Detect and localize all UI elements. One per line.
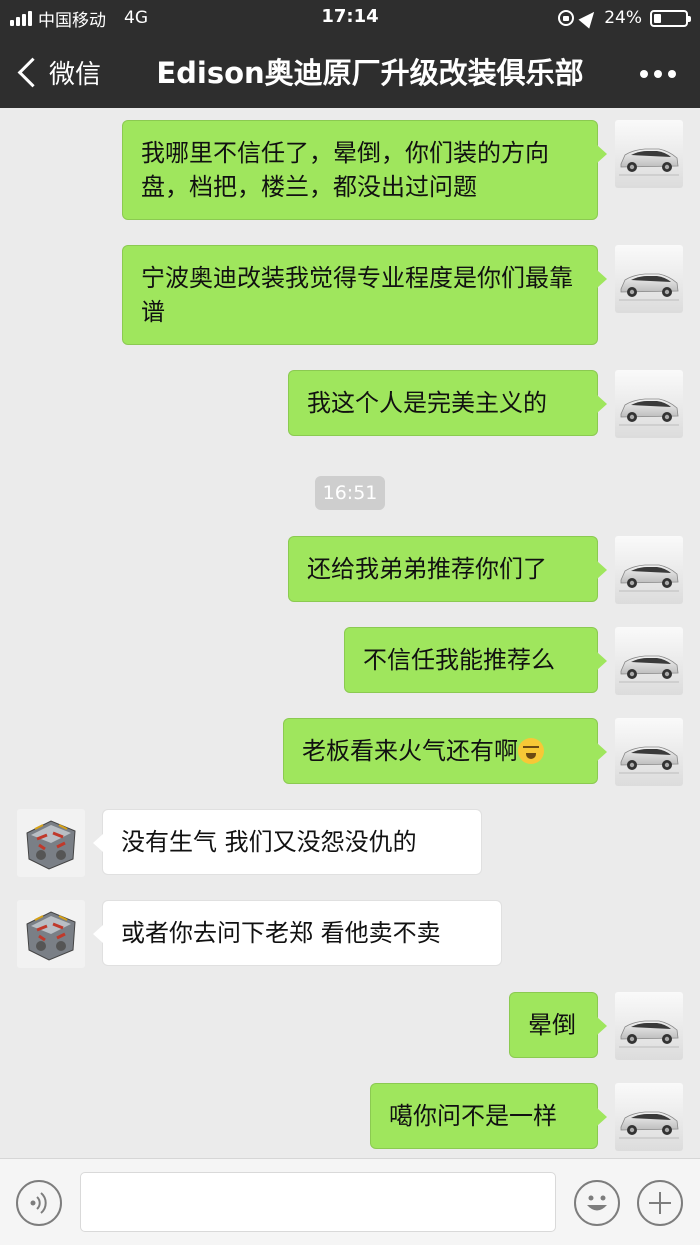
- message-bubble-incoming[interactable]: 没有生气 我们又没怨没仇的: [93, 809, 482, 875]
- car-icon: [619, 1111, 679, 1139]
- message-bubble-outgoing[interactable]: 我哪里不信任了，晕倒，你们装的方向盘，档把，楼兰，都没出过问题: [122, 120, 607, 220]
- voice-input-button[interactable]: [16, 1180, 62, 1226]
- my-avatar[interactable]: [615, 1083, 683, 1151]
- my-avatar[interactable]: [615, 627, 683, 695]
- message-bubble-outgoing[interactable]: 噶你问不是一样: [370, 1083, 607, 1149]
- face-with-hand-over-mouth-icon: [518, 738, 544, 764]
- battery-percent: 24%: [604, 8, 642, 28]
- status-right: 24%: [558, 6, 691, 30]
- message-bubble-outgoing[interactable]: 还给我弟弟推荐你们了: [288, 536, 607, 602]
- chevron-left-icon: [17, 57, 48, 87]
- car-icon: [619, 746, 679, 774]
- my-avatar[interactable]: [615, 992, 683, 1060]
- car-icon: [619, 564, 679, 592]
- contact-avatar[interactable]: [17, 809, 85, 877]
- engine-icon: [17, 809, 85, 877]
- input-bar: [0, 1158, 700, 1245]
- message-bubble-incoming[interactable]: 或者你去问下老郑 看他卖不卖: [93, 900, 502, 966]
- message-bubble-outgoing[interactable]: 不信任我能推荐么: [344, 627, 607, 693]
- message-text: 噶你问不是一样: [389, 1102, 557, 1130]
- my-avatar[interactable]: [615, 245, 683, 313]
- time-divider: 16:51: [315, 476, 385, 510]
- car-icon: [619, 273, 679, 301]
- message-bubble-outgoing[interactable]: 晕倒: [509, 992, 607, 1058]
- message-bubble-outgoing[interactable]: 老板看来火气还有啊: [283, 718, 607, 784]
- dot-icon: [640, 70, 648, 78]
- battery-icon: [650, 9, 691, 27]
- message-text: 晕倒: [528, 1011, 576, 1039]
- smiley-icon: [587, 1195, 607, 1211]
- voice-icon: [30, 1192, 47, 1214]
- chat-title: Edison奥迪原厂升级改装俱乐部: [156, 56, 584, 90]
- message-text: 不信任我能推荐么: [363, 646, 555, 674]
- location-arrow-icon: [578, 7, 600, 29]
- rotation-lock-icon: [558, 10, 575, 26]
- nav-bar: 微信 Edison奥迪原厂升级改装俱乐部: [0, 36, 700, 108]
- message-text: 还给我弟弟推荐你们了: [307, 555, 547, 583]
- back-label: 微信: [49, 59, 102, 90]
- message-input[interactable]: [80, 1172, 556, 1232]
- status-bar: 中国移动 4G 17:14 24%: [0, 0, 700, 36]
- more-options-button[interactable]: [640, 70, 676, 78]
- message-bubble-outgoing[interactable]: 我这个人是完美主义的: [288, 370, 607, 436]
- message-text: 宁波奥迪改装我觉得专业程度是你们最靠谱: [141, 264, 573, 326]
- car-icon: [619, 148, 679, 176]
- dot-icon: [654, 70, 662, 78]
- back-button[interactable]: 微信: [14, 52, 101, 92]
- message-text: 没有生气 我们又没怨没仇的: [121, 828, 417, 856]
- my-avatar[interactable]: [615, 718, 683, 786]
- my-avatar[interactable]: [615, 536, 683, 604]
- message-text: 或者你去问下老郑 看他卖不卖: [121, 919, 441, 947]
- message-text: 老板看来火气还有啊: [302, 737, 518, 765]
- more-functions-button[interactable]: [637, 1180, 683, 1226]
- engine-icon: [17, 900, 85, 968]
- car-icon: [619, 398, 679, 426]
- message-text: 我这个人是完美主义的: [307, 389, 547, 417]
- message-bubble-outgoing[interactable]: 宁波奥迪改装我觉得专业程度是你们最靠谱: [122, 245, 607, 345]
- my-avatar[interactable]: [615, 120, 683, 188]
- chat-area[interactable]: 我哪里不信任了，晕倒，你们装的方向盘，档把，楼兰，都没出过问题 宁波奥迪改装我觉…: [0, 108, 700, 1158]
- message-text: 我哪里不信任了，晕倒，你们装的方向盘，档把，楼兰，都没出过问题: [141, 139, 549, 201]
- my-avatar[interactable]: [615, 370, 683, 438]
- car-icon: [619, 655, 679, 683]
- emoji-button[interactable]: [574, 1180, 620, 1226]
- contact-avatar[interactable]: [17, 900, 85, 968]
- car-icon: [619, 1020, 679, 1048]
- top-bar: 中国移动 4G 17:14 24% 微信 Edison奥迪原厂升级改装俱乐部: [0, 0, 700, 108]
- dot-icon: [668, 70, 676, 78]
